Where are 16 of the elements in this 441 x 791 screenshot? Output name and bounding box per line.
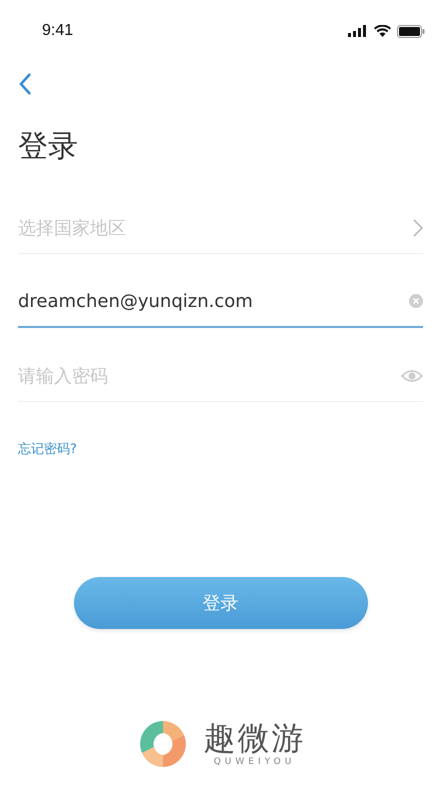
wifi-icon: [374, 25, 391, 37]
signal-icon: [348, 25, 368, 37]
login-button[interactable]: 登录: [74, 577, 368, 629]
page-title: 登录: [18, 132, 79, 162]
password-field[interactable]: 请输入密码: [18, 352, 423, 402]
battery-icon: [397, 24, 425, 38]
back-icon: [18, 72, 32, 96]
chevron-right-icon: [413, 218, 423, 236]
forgot-password-link[interactable]: 忘记密码?: [18, 440, 77, 458]
country-select[interactable]: 选择国家地区: [18, 204, 423, 254]
brand-name: 趣微游: [204, 721, 306, 757]
brand-tagline: QUWEIYOU: [214, 756, 296, 767]
status-time: 9:41: [42, 22, 74, 40]
clear-icon[interactable]: [409, 294, 423, 308]
email-field[interactable]: dreamchen@yunqizn.com: [18, 278, 423, 328]
eye-icon[interactable]: [401, 368, 423, 382]
